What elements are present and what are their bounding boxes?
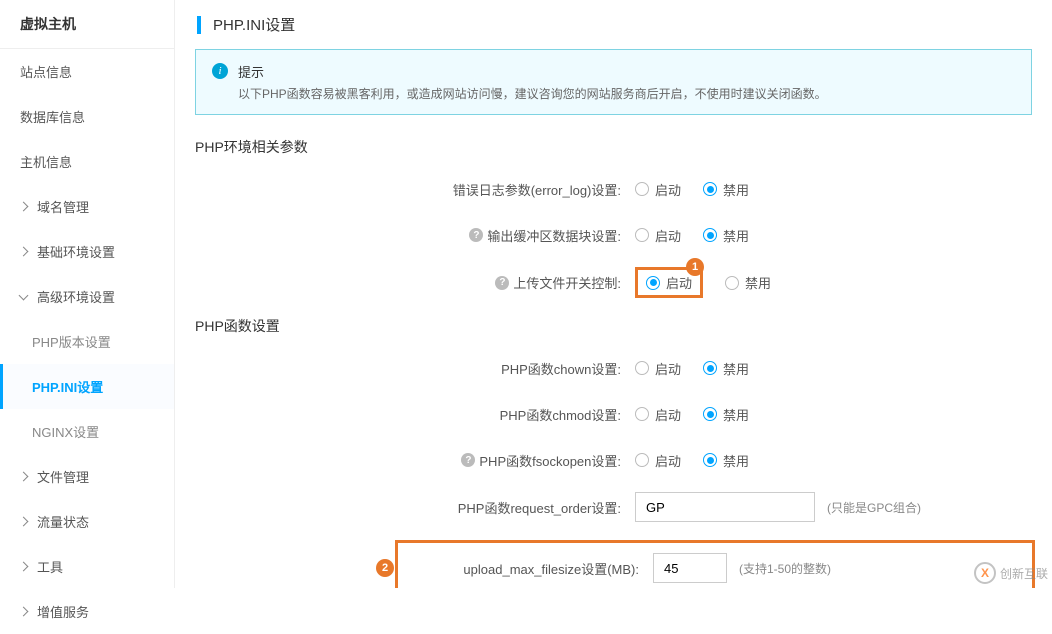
label-upload-switch: ?上传文件开关控制: (195, 273, 635, 292)
hint-request-order: (只能是GPC组合) (827, 499, 921, 516)
radio-output-buffer-disable[interactable]: 禁用 (703, 226, 749, 245)
sidebar-nav: 站点信息 数据库信息 主机信息 域名管理 基础环境设置 高级环境设置 PHP版本… (0, 49, 174, 634)
chevron-right-icon (19, 202, 29, 212)
label-output-buffer: ?输出缓冲区数据块设置: (195, 226, 635, 245)
sidebar: 虚拟主机 站点信息 数据库信息 主机信息 域名管理 基础环境设置 高级环境设置 … (0, 0, 175, 588)
help-icon[interactable]: ? (461, 453, 475, 467)
help-icon[interactable]: ? (469, 228, 483, 242)
section-env-title: PHP环境相关参数 (195, 137, 1032, 157)
sidebar-item-tools[interactable]: 工具 (0, 544, 174, 589)
sidebar-item-database-info[interactable]: 数据库信息 (0, 94, 174, 139)
sidebar-item-nginx[interactable]: NGINX设置 (0, 409, 174, 454)
radio-error-log-disable[interactable]: 禁用 (703, 180, 749, 199)
sidebar-item-site-info[interactable]: 站点信息 (0, 49, 174, 94)
row-upload-switch: ?上传文件开关控制: 1 启动 禁用 (195, 267, 1032, 298)
label-request-order: PHP函数request_order设置: (195, 498, 635, 517)
main-content: PHP.INI设置 i 提示 以下PHP函数容易被黑客利用，或造成网站访问慢，建… (175, 0, 1052, 588)
sidebar-item-host-info[interactable]: 主机信息 (0, 139, 174, 184)
tip-text: 以下PHP函数容易被黑客利用，或造成网站访问慢，建议咨询您的网站服务商后开启，不… (238, 85, 827, 102)
radio-fsockopen-disable[interactable]: 禁用 (703, 451, 749, 470)
radio-upload-switch-enable[interactable]: 启动 (646, 273, 692, 292)
row-chown: PHP函数chown设置: 启动 禁用 (195, 354, 1032, 382)
radio-chmod-enable[interactable]: 启动 (635, 405, 681, 424)
radio-chmod-disable[interactable]: 禁用 (703, 405, 749, 424)
highlight-box-1: 1 启动 (635, 267, 703, 298)
help-icon[interactable]: ? (495, 276, 509, 290)
header-accent-bar (197, 16, 201, 34)
row-fsockopen: ?PHP函数fsockopen设置: 启动 禁用 (195, 446, 1032, 474)
sidebar-item-php-ini[interactable]: PHP.INI设置 (0, 364, 174, 409)
info-icon: i (212, 63, 228, 79)
watermark-text: 创新互联 (1000, 565, 1048, 582)
highlight-box-2: 2 upload_max_filesize设置(MB): (支持1-50的整数) (395, 540, 1035, 588)
label-chown: PHP函数chown设置: (195, 359, 635, 378)
tip-title: 提示 (238, 62, 827, 81)
radio-output-buffer-enable[interactable]: 启动 (635, 226, 681, 245)
label-fsockopen: ?PHP函数fsockopen设置: (195, 451, 635, 470)
section-func-title: PHP函数设置 (195, 316, 1032, 336)
label-chmod: PHP函数chmod设置: (195, 405, 635, 424)
input-upload-max[interactable] (653, 553, 727, 583)
watermark: X 创新互联 (974, 562, 1048, 584)
radio-error-log-enable[interactable]: 启动 (635, 180, 681, 199)
page-title: PHP.INI设置 (213, 14, 295, 35)
sidebar-item-basic-env[interactable]: 基础环境设置 (0, 229, 174, 274)
row-request-order: PHP函数request_order设置: (只能是GPC组合) (195, 492, 1032, 522)
radio-fsockopen-enable[interactable]: 启动 (635, 451, 681, 470)
sidebar-item-domain[interactable]: 域名管理 (0, 184, 174, 229)
chevron-right-icon (19, 517, 29, 527)
label-upload-max: upload_max_filesize设置(MB): (398, 559, 653, 578)
sidebar-item-php-version[interactable]: PHP版本设置 (0, 319, 174, 364)
row-output-buffer: ?输出缓冲区数据块设置: 启动 禁用 (195, 221, 1032, 249)
label-error-log: 错误日志参数(error_log)设置: (195, 180, 635, 199)
radio-upload-switch-disable[interactable]: 禁用 (725, 273, 771, 292)
chevron-down-icon (19, 290, 29, 300)
input-request-order[interactable] (635, 492, 815, 522)
page-header: PHP.INI设置 (175, 0, 1052, 49)
badge-1: 1 (686, 258, 704, 276)
badge-2: 2 (376, 559, 394, 577)
chevron-right-icon (19, 562, 29, 572)
sidebar-item-file-mgmt[interactable]: 文件管理 (0, 454, 174, 499)
sidebar-title: 虚拟主机 (0, 0, 174, 49)
chevron-right-icon (19, 607, 29, 617)
sidebar-item-advanced-env[interactable]: 高级环境设置 (0, 274, 174, 319)
hint-upload-max: (支持1-50的整数) (739, 560, 831, 577)
chevron-right-icon (19, 472, 29, 482)
row-error-log: 错误日志参数(error_log)设置: 启动 禁用 (195, 175, 1032, 203)
tip-box: i 提示 以下PHP函数容易被黑客利用，或造成网站访问慢，建议咨询您的网站服务商… (195, 49, 1032, 115)
row-chmod: PHP函数chmod设置: 启动 禁用 (195, 400, 1032, 428)
radio-chown-enable[interactable]: 启动 (635, 359, 681, 378)
sidebar-item-traffic[interactable]: 流量状态 (0, 499, 174, 544)
chevron-right-icon (19, 247, 29, 257)
sidebar-item-value-added[interactable]: 增值服务 (0, 589, 174, 634)
radio-chown-disable[interactable]: 禁用 (703, 359, 749, 378)
watermark-logo-icon: X (974, 562, 996, 584)
